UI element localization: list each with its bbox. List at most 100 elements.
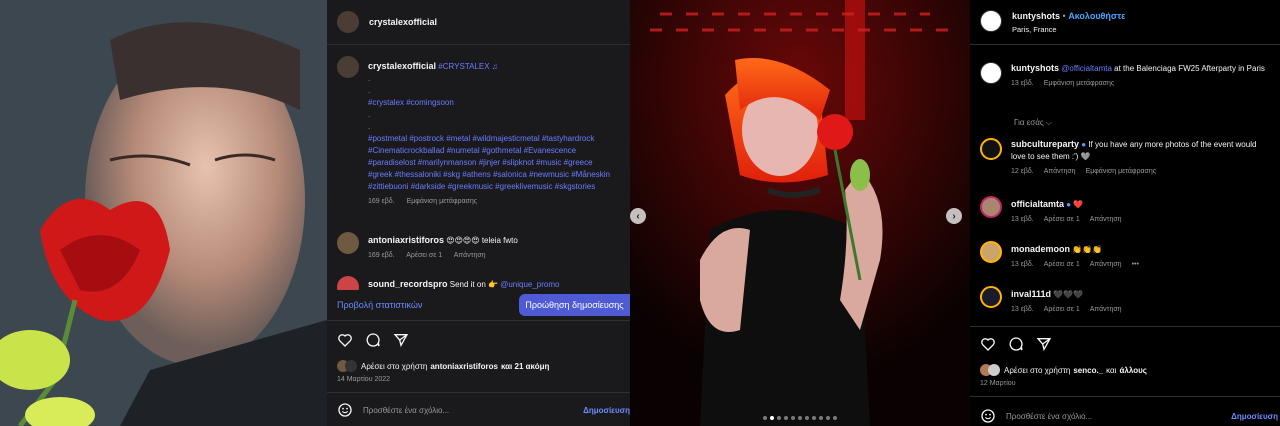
comment-username[interactable]: subcultureparty bbox=[1011, 139, 1079, 149]
liked-by-and: και bbox=[1106, 365, 1117, 375]
caption: crystalexofficial #CRYSTALEX ♫ . . #crys… bbox=[337, 56, 622, 208]
mention[interactable]: @officialtamta bbox=[1061, 64, 1112, 73]
comment-username[interactable]: inval111d bbox=[1011, 289, 1051, 299]
avatar[interactable] bbox=[980, 138, 1002, 160]
carousel-indicator bbox=[630, 416, 970, 420]
comment-icon[interactable] bbox=[1008, 336, 1024, 352]
avatar[interactable] bbox=[980, 62, 1002, 84]
heart-icon[interactable] bbox=[980, 336, 996, 352]
carousel-dot bbox=[784, 416, 788, 420]
see-translation-link[interactable]: Εμφάνιση μετάφρασης bbox=[1086, 168, 1157, 175]
carousel-dot bbox=[826, 416, 830, 420]
reply-link[interactable]: Απάντηση bbox=[1090, 306, 1122, 313]
username[interactable]: kuntyshots bbox=[1012, 11, 1060, 21]
promote-post-button[interactable]: Προώθηση δημοσίευσης bbox=[519, 294, 630, 316]
post-comment-button[interactable]: Δημοσίευση bbox=[1231, 412, 1278, 421]
see-translation-link[interactable]: Εμφάνιση μετάφρασης bbox=[1044, 80, 1115, 87]
emoji-icon[interactable] bbox=[337, 402, 353, 418]
portrait-with-rose-image bbox=[0, 0, 327, 426]
music-note: ♫ bbox=[491, 62, 498, 71]
view-insights-link[interactable]: Προβολή στατιστικών bbox=[337, 300, 422, 310]
post-image-left[interactable] bbox=[0, 0, 327, 426]
action-bar bbox=[980, 336, 1052, 352]
more-options-icon[interactable]: ••• bbox=[1132, 261, 1139, 268]
comment-username[interactable]: monademoon bbox=[1011, 244, 1070, 254]
reply-link[interactable]: Απάντηση bbox=[454, 252, 486, 259]
hashtags[interactable]: #crystalex #comingsoon bbox=[368, 97, 618, 109]
share-icon[interactable] bbox=[1036, 336, 1052, 352]
likes-count[interactable]: Αρέσει σε 1 bbox=[406, 252, 442, 259]
club-photo-image bbox=[630, 0, 970, 426]
likes-count[interactable]: Αρέσει σε 1 bbox=[1044, 261, 1080, 268]
dot-line: . bbox=[368, 74, 371, 83]
heart-icon[interactable] bbox=[337, 332, 353, 348]
dot-line: . bbox=[368, 86, 371, 95]
divider bbox=[327, 392, 630, 393]
timestamp: 169 εβδ. bbox=[368, 198, 395, 205]
avatar[interactable] bbox=[980, 196, 1002, 218]
reply-link[interactable]: Απάντηση bbox=[1090, 261, 1122, 268]
liked-by-prefix: Αρέσει στο χρήστη bbox=[361, 361, 428, 371]
liked-by-user[interactable]: antoniaxristiforos bbox=[430, 362, 498, 371]
timestamp: 13 εβδ. bbox=[1011, 216, 1034, 223]
post-image-right[interactable]: ‹ › bbox=[630, 0, 970, 426]
follow-button[interactable]: Ακολουθήστε bbox=[1068, 11, 1125, 21]
hashtag[interactable]: #CRYSTALEX bbox=[438, 62, 489, 71]
see-translation-link[interactable]: Εμφάνιση μετάφρασης bbox=[407, 198, 478, 205]
username[interactable]: crystalexofficial bbox=[369, 17, 437, 27]
divider bbox=[970, 44, 1280, 45]
caption-username[interactable]: kuntyshots bbox=[1011, 63, 1059, 73]
comment: antoniaxristiforos 😍😍😍😍 teleia fwto 169 … bbox=[337, 232, 622, 262]
avatar[interactable] bbox=[980, 286, 1002, 308]
comment-icon[interactable] bbox=[365, 332, 381, 348]
reply-link[interactable]: Απάντηση bbox=[1044, 168, 1076, 175]
location[interactable]: Paris, France bbox=[1012, 23, 1125, 36]
mention[interactable]: @unique_promo bbox=[500, 280, 559, 289]
avatar bbox=[988, 364, 1000, 376]
for-you-filter[interactable]: Για εσάς ⌵ bbox=[1014, 118, 1052, 128]
post-header: crystalexofficial bbox=[327, 0, 630, 44]
carousel-dot bbox=[763, 416, 767, 420]
avatar[interactable] bbox=[980, 241, 1002, 263]
comment-username[interactable]: antoniaxristiforos bbox=[368, 235, 444, 245]
reply-link[interactable]: Απάντηση bbox=[1090, 216, 1122, 223]
timestamp: 13 εβδ. bbox=[1011, 261, 1034, 268]
likes-count[interactable]: Αρέσει σε 1 bbox=[1044, 216, 1080, 223]
post-header: kuntyshots • Ακολουθήστε Paris, France bbox=[980, 10, 1125, 36]
comment-text: 🖤🖤🖤 bbox=[1053, 290, 1084, 299]
carousel-dot bbox=[805, 416, 809, 420]
carousel-next-button[interactable]: › bbox=[946, 208, 962, 224]
avatar bbox=[345, 360, 357, 372]
comment: inval111d 🖤🖤🖤 13 εβδ. Αρέσει σε 1 Απάντηση bbox=[980, 286, 1272, 316]
divider bbox=[970, 396, 1280, 397]
carousel-prev-button[interactable]: ‹ bbox=[630, 208, 646, 224]
carousel-dot bbox=[819, 416, 823, 420]
carousel-dot bbox=[798, 416, 802, 420]
caption-meta: 169 εβδ. Εμφάνιση μετάφρασης bbox=[368, 196, 618, 208]
timestamp: 13 εβδ. bbox=[1011, 306, 1034, 313]
likes-count[interactable]: Αρέσει σε 1 bbox=[1044, 306, 1080, 313]
comment-composer: Προσθέστε ένα σχόλιο... Δημοσίευση bbox=[337, 400, 630, 420]
share-icon[interactable] bbox=[393, 332, 409, 348]
avatar[interactable] bbox=[337, 56, 359, 78]
post-comment-button[interactable]: Δημοσίευση bbox=[583, 406, 630, 415]
comment-username[interactable]: sound_recordspro bbox=[368, 279, 448, 289]
emoji-icon[interactable] bbox=[980, 408, 996, 424]
avatar[interactable] bbox=[337, 232, 359, 254]
avatar[interactable] bbox=[337, 11, 359, 33]
comment-username[interactable]: officialtamta bbox=[1011, 199, 1064, 209]
caption-username[interactable]: crystalexofficial bbox=[368, 61, 436, 71]
timestamp: 169 εβδ. bbox=[368, 252, 395, 259]
liked-by-others[interactable]: και 21 ακόμη bbox=[501, 362, 549, 371]
comment-input[interactable]: Προσθέστε ένα σχόλιο... bbox=[363, 406, 583, 415]
liked-by: Αρέσει στο χρήστη antoniaxristiforos και… bbox=[337, 360, 549, 372]
comment-input[interactable]: Προσθέστε ένα σχόλιο... bbox=[1006, 412, 1231, 421]
chevron-left-icon: ‹ bbox=[636, 210, 640, 222]
hashtags-block[interactable]: #postmetal #postrock #metal #wildmajesti… bbox=[368, 133, 618, 193]
comment: subcultureparty ● If you have any more p… bbox=[980, 138, 1272, 178]
post-details-right: kuntyshots • Ακολουθήστε Paris, France k… bbox=[970, 0, 1280, 426]
liked-by-others[interactable]: άλλους bbox=[1119, 366, 1146, 375]
chevron-down-icon: ⌵ bbox=[1045, 118, 1052, 127]
avatar[interactable] bbox=[980, 10, 1002, 32]
liked-by-user[interactable]: senco._ bbox=[1073, 366, 1103, 375]
